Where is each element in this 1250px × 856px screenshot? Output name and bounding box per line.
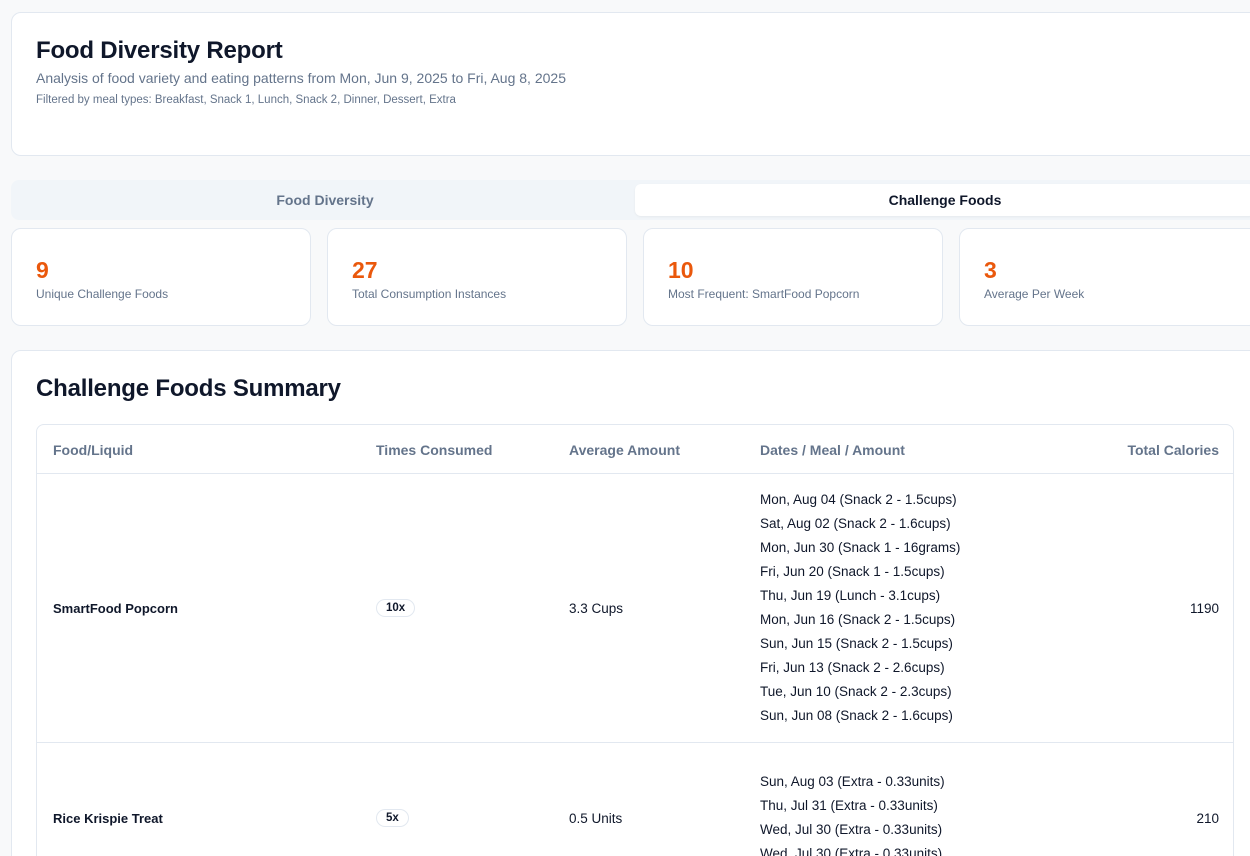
times-consumed-badge: 10x	[376, 599, 416, 617]
food-name: SmartFood Popcorn	[53, 600, 178, 616]
table-row: SmartFood Popcorn 10x 3.3 Cups Mon, Aug …	[37, 474, 1233, 743]
report-header-card: Food Diversity Report Analysis of food v…	[11, 12, 1250, 156]
date-entry: Mon, Jun 30 (Snack 1 - 16grams)	[760, 540, 961, 555]
date-entry: Fri, Jun 20 (Snack 1 - 1.5cups)	[760, 564, 945, 579]
section-title: Challenge Foods Summary	[36, 375, 341, 402]
food-name: Rice Krispie Treat	[53, 810, 163, 826]
stat-card-unique-challenge-foods: 9 Unique Challenge Foods	[11, 228, 311, 326]
stat-card-average-per-week: 3 Average Per Week	[959, 228, 1250, 326]
date-entry: Wed, Jul 30 (Extra - 0.33units)	[760, 846, 943, 856]
date-entry: Sun, Jun 08 (Snack 2 - 1.6cups)	[760, 708, 953, 723]
stat-card-total-consumption: 27 Total Consumption Instances	[327, 228, 627, 326]
date-entry: Thu, Jul 31 (Extra - 0.33units)	[760, 798, 938, 813]
times-consumed-badge: 5x	[376, 809, 409, 827]
total-calories: 1190	[1189, 600, 1219, 616]
date-entry: Mon, Aug 04 (Snack 2 - 1.5cups)	[760, 492, 957, 507]
dates-list: Mon, Aug 04 (Snack 2 - 1.5cups) Sat, Aug…	[760, 474, 960, 742]
column-header-total-calories[interactable]: Total Calories	[1127, 425, 1219, 474]
page-title: Food Diversity Report	[36, 37, 283, 64]
average-amount: 0.5 Units	[569, 810, 623, 826]
tab-food-diversity[interactable]: Food Diversity	[15, 184, 635, 216]
date-entry: Fri, Jun 13 (Snack 2 - 2.6cups)	[760, 660, 945, 675]
times-cell: 5x	[376, 743, 409, 856]
stat-label: Average Per Week	[984, 287, 1085, 301]
stat-value: 9	[36, 257, 49, 283]
tab-challenge-foods[interactable]: Challenge Foods	[635, 184, 1250, 216]
challenge-foods-table: Food/Liquid Times Consumed Average Amoun…	[36, 424, 1234, 856]
challenge-foods-summary-card: Challenge Foods Summary Food/Liquid Time…	[11, 350, 1250, 856]
stat-card-most-frequent: 10 Most Frequent: SmartFood Popcorn	[643, 228, 943, 326]
meal-type-filter-text: Filtered by meal types: Breakfast, Snack…	[36, 94, 456, 106]
column-header-average-amount[interactable]: Average Amount	[569, 425, 680, 474]
date-entry: Sun, Jun 15 (Snack 2 - 1.5cups)	[760, 636, 953, 651]
date-entry: Sun, Aug 03 (Extra - 0.33units)	[760, 774, 945, 789]
column-header-times-consumed[interactable]: Times Consumed	[376, 425, 492, 474]
times-cell: 10x	[376, 474, 416, 742]
column-header-food[interactable]: Food/Liquid	[53, 425, 133, 474]
date-entry: Sat, Aug 02 (Snack 2 - 1.6cups)	[760, 516, 951, 531]
date-entry: Tue, Jun 10 (Snack 2 - 2.3cups)	[760, 684, 952, 699]
stat-value: 10	[668, 257, 694, 283]
stat-label: Total Consumption Instances	[352, 287, 507, 301]
report-tabs: Food Diversity Challenge Foods	[11, 180, 1250, 220]
table-row: Rice Krispie Treat 5x 0.5 Units Sun, Aug…	[37, 743, 1233, 856]
stat-value: 27	[352, 257, 378, 283]
stat-label: Most Frequent: SmartFood Popcorn	[668, 287, 860, 301]
stat-value: 3	[984, 257, 997, 283]
date-entry: Mon, Jun 16 (Snack 2 - 1.5cups)	[760, 612, 956, 627]
report-subtitle: Analysis of food variety and eating patt…	[36, 70, 566, 86]
column-header-dates[interactable]: Dates / Meal / Amount	[760, 425, 905, 474]
total-calories: 210	[1196, 810, 1219, 826]
date-entry: Wed, Jul 30 (Extra - 0.33units)	[760, 822, 943, 837]
average-amount: 3.3 Cups	[569, 600, 624, 616]
table-header-row: Food/Liquid Times Consumed Average Amoun…	[37, 425, 1233, 474]
stat-label: Unique Challenge Foods	[36, 287, 169, 301]
date-entry: Thu, Jun 19 (Lunch - 3.1cups)	[760, 588, 941, 603]
dates-list: Sun, Aug 03 (Extra - 0.33units) Thu, Jul…	[760, 743, 945, 856]
